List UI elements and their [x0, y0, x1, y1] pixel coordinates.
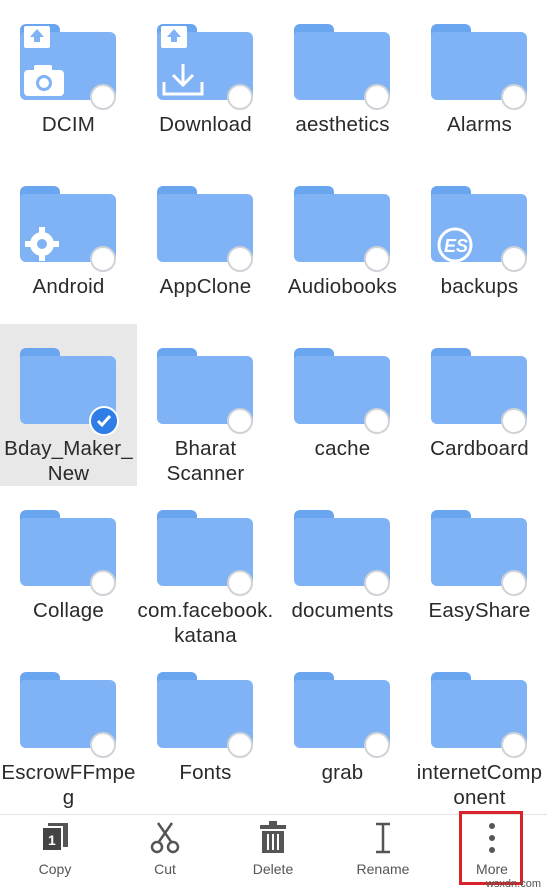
select-checkbox[interactable]	[364, 408, 390, 434]
folder-item-download[interactable]: Download	[137, 0, 274, 162]
folder-item-easyshare[interactable]: EasyShare	[411, 486, 547, 648]
more-highlight-box	[459, 811, 523, 885]
scissors-icon	[150, 822, 180, 854]
select-checkbox[interactable]	[501, 84, 527, 110]
folder-item-collage[interactable]: Collage	[0, 486, 137, 648]
camera-icon	[24, 65, 64, 96]
select-checkbox[interactable]	[501, 246, 527, 272]
select-checkbox[interactable]	[90, 570, 116, 596]
es-logo-icon: ES	[437, 227, 473, 263]
upload-badge-icon	[24, 26, 50, 48]
checked-icon[interactable]	[89, 406, 119, 436]
select-checkbox[interactable]	[364, 246, 390, 272]
folder-name: grab	[321, 761, 364, 784]
select-checkbox[interactable]	[227, 732, 253, 758]
upload-badge-icon	[161, 26, 187, 48]
folder-name: EasyShare	[428, 599, 531, 622]
folder-name: Fonts	[179, 761, 232, 784]
folder-name: Bday_Maker_New	[4, 437, 133, 485]
folder-name: AppClone	[159, 275, 252, 298]
folder-item-aesthetics[interactable]: aesthetics	[274, 0, 411, 162]
folder-item-alarms[interactable]: Alarms	[411, 0, 547, 162]
folder-item-grab[interactable]: grab	[274, 648, 411, 810]
select-checkbox[interactable]	[364, 570, 390, 596]
folder-name: EscrowFFmpeg	[1, 761, 136, 809]
select-checkbox[interactable]	[90, 732, 116, 758]
folder-item-dcim[interactable]: DCIM	[0, 0, 137, 162]
folder-name: documents	[291, 599, 394, 622]
folder-name: cache	[314, 437, 371, 460]
select-checkbox[interactable]	[364, 732, 390, 758]
folder-item-fonts[interactable]: Fonts	[137, 648, 274, 810]
folder-name: Download	[159, 113, 252, 136]
folder-name: Bharat Scanner	[166, 437, 245, 485]
folder-item-audiobooks[interactable]: Audiobooks	[274, 162, 411, 324]
rename-label: Rename	[356, 861, 410, 877]
svg-text:ES: ES	[444, 236, 468, 256]
svg-text:1: 1	[48, 832, 56, 848]
folder-name: DCIM	[41, 113, 96, 136]
folder-name: internetComponent	[416, 761, 543, 809]
trash-icon	[260, 821, 286, 853]
select-checkbox[interactable]	[501, 570, 527, 596]
delete-button[interactable]: Delete	[218, 815, 328, 893]
folder-item-com-facebook-katana[interactable]: com.facebook.katana	[137, 486, 274, 648]
select-checkbox[interactable]	[364, 84, 390, 110]
folder-name: Audiobooks	[287, 275, 398, 298]
folder-name: Cardboard	[430, 437, 529, 460]
select-checkbox[interactable]	[501, 732, 527, 758]
folder-name: backups	[440, 275, 519, 298]
copy-icon: 1	[41, 823, 68, 852]
gear-icon	[25, 227, 59, 261]
folder-item-cache[interactable]: cache	[274, 324, 411, 486]
cut-label: Cut	[154, 861, 176, 877]
select-checkbox[interactable]	[501, 408, 527, 434]
folder-name: Alarms	[447, 113, 512, 136]
folder-item-bharat-scanner[interactable]: Bharat Scanner	[137, 324, 274, 486]
copy-label: Copy	[38, 861, 72, 877]
select-checkbox[interactable]	[227, 570, 253, 596]
folder-item-bday-maker-new[interactable]: Bday_Maker_New	[0, 324, 137, 486]
folder-item-cardboard[interactable]: Cardboard	[411, 324, 547, 486]
select-checkbox[interactable]	[227, 408, 253, 434]
select-checkbox[interactable]	[227, 84, 253, 110]
select-checkbox[interactable]	[90, 84, 116, 110]
select-checkbox[interactable]	[90, 246, 116, 272]
folder-item-internetcomponent[interactable]: internetComponent	[411, 648, 547, 810]
folder-name: com.facebook.katana	[137, 599, 274, 647]
folder-name: Collage	[33, 599, 104, 622]
folder-name: Android	[32, 275, 105, 298]
download-icon	[162, 64, 204, 96]
folder-grid: DCIM Download aesthetics Alarms Android …	[0, 0, 547, 810]
folder-item-backups[interactable]: ES backups	[411, 162, 547, 324]
folder-item-escrowffmpeg[interactable]: EscrowFFmpeg	[0, 648, 137, 810]
watermark: wsxdn.com	[485, 878, 541, 890]
copy-button[interactable]: 1 Copy	[0, 815, 110, 893]
rename-button[interactable]: Rename	[328, 815, 438, 893]
delete-label: Delete	[252, 861, 294, 877]
text-cursor-icon	[376, 822, 390, 854]
cut-button[interactable]: Cut	[110, 815, 220, 893]
folder-item-android[interactable]: Android	[0, 162, 137, 324]
folder-item-documents[interactable]: documents	[274, 486, 411, 648]
folder-item-appclone[interactable]: AppClone	[137, 162, 274, 324]
folder-name: aesthetics	[295, 113, 390, 136]
select-checkbox[interactable]	[227, 246, 253, 272]
